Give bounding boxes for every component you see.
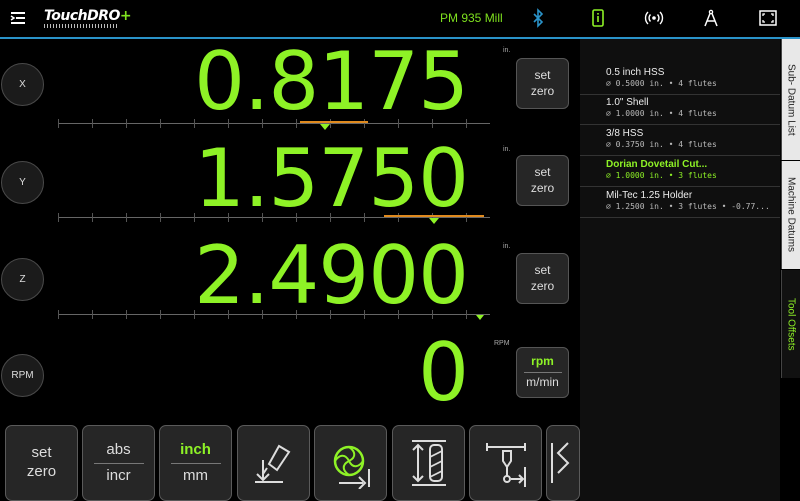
logo-scale bbox=[44, 24, 118, 28]
abs-label: abs bbox=[106, 440, 131, 458]
edge-icon bbox=[551, 442, 570, 483]
axis-y-scale bbox=[58, 212, 490, 224]
top-bar: TouchDRO+ PM 935 Mill bbox=[0, 0, 800, 39]
axis-x-unit: in. bbox=[503, 47, 511, 54]
axis-x-zero-line2: zero bbox=[530, 83, 555, 98]
axis-y-unit: in. bbox=[503, 146, 511, 153]
inch-label: inch bbox=[180, 440, 211, 458]
tool-list-item[interactable]: 0.5 inch HSS ⌀ 0.5000 in. • 4 flutes bbox=[580, 65, 780, 95]
rpm-readout: 0 bbox=[418, 326, 469, 419]
axis-x-label: X bbox=[19, 79, 26, 90]
axis-y-readout: 1.5750 bbox=[194, 132, 469, 225]
tool-name: 1.0" Shell bbox=[606, 97, 649, 108]
tool-offset-button[interactable] bbox=[237, 425, 310, 501]
set-zero-all-line1: set bbox=[31, 444, 52, 462]
axis-z-set-zero-button[interactable]: set zero bbox=[516, 253, 569, 304]
inch-mm-toggle[interactable]: inch mm bbox=[159, 425, 232, 501]
tab-sub-datum-list[interactable]: Sub- Datum List bbox=[781, 39, 800, 160]
axis-x-marker bbox=[300, 121, 368, 123]
tool-name: Dorian Dovetail Cut... bbox=[606, 159, 708, 170]
abs-incr-toggle[interactable]: abs incr bbox=[82, 425, 155, 501]
axis-y-pointer bbox=[429, 218, 439, 224]
probe-button[interactable] bbox=[469, 425, 542, 501]
axis-y-marker bbox=[384, 215, 484, 217]
axis-y-set-zero-button[interactable]: set zero bbox=[516, 155, 569, 206]
probe-icon bbox=[485, 443, 526, 487]
tool-detail: ⌀ 0.5000 in. • 4 flutes bbox=[606, 79, 717, 88]
tool-length-button[interactable] bbox=[392, 425, 465, 501]
axis-rpm-label: RPM bbox=[11, 370, 34, 381]
tab-sub-datum-list-label: Sub- Datum List bbox=[785, 63, 797, 136]
axis-y-zero-line1: set bbox=[534, 164, 551, 179]
tool-detail: ⌀ 1.2500 in. • 3 flutes • -0.77... bbox=[606, 202, 770, 211]
axis-x-readout: 0.8175 bbox=[194, 35, 469, 128]
axis-y-button[interactable]: Y bbox=[1, 161, 44, 204]
axis-z-button[interactable]: Z bbox=[1, 258, 44, 301]
axis-z-zero-line1: set bbox=[534, 262, 551, 277]
tool-list-item[interactable]: 1.0" Shell ⌀ 1.0000 in. • 4 flutes bbox=[580, 95, 780, 125]
machine-name[interactable]: PM 935 Mill bbox=[440, 11, 503, 25]
end-mill-icon bbox=[333, 445, 370, 489]
axis-z-label: Z bbox=[19, 274, 26, 285]
tool-name: 0.5 inch HSS bbox=[606, 67, 665, 78]
wireless-icon[interactable] bbox=[644, 8, 664, 28]
tool-offsets-panel: 0.5 inch HSS ⌀ 0.5000 in. • 4 flutes 1.0… bbox=[580, 39, 780, 501]
rpm-toggle-line1: rpm bbox=[531, 354, 554, 369]
axis-z-zero-line2: zero bbox=[530, 278, 555, 293]
menu-icon[interactable] bbox=[8, 8, 28, 28]
brand-plus: + bbox=[119, 8, 132, 24]
rpm-toggle-line2: m/min bbox=[526, 375, 559, 389]
tool-list-item-selected[interactable]: Dorian Dovetail Cut... ⌀ 1.0000 in. • 3 … bbox=[580, 157, 780, 187]
brand-name: TouchDRO bbox=[44, 8, 120, 24]
tab-machine-datums[interactable]: Machine Datums bbox=[781, 161, 800, 269]
axis-z-readout: 2.4900 bbox=[194, 229, 469, 322]
tab-machine-datums-label: Machine Datums bbox=[785, 177, 797, 253]
bluetooth-icon[interactable] bbox=[528, 8, 548, 28]
tool-name: 3/8 HSS bbox=[606, 128, 644, 139]
edge-finder-button[interactable] bbox=[546, 425, 580, 501]
set-zero-all-button[interactable]: set zero bbox=[5, 425, 78, 501]
tool-offset-icon bbox=[254, 444, 290, 483]
rpm-units-toggle[interactable]: rpm m/min bbox=[516, 347, 569, 398]
tool-detail: ⌀ 1.0000 in. • 3 flutes bbox=[606, 171, 717, 180]
tool-detail: ⌀ 0.3750 in. • 4 flutes bbox=[606, 140, 717, 149]
end-mill-button[interactable] bbox=[314, 425, 387, 501]
tool-detail: ⌀ 1.0000 in. • 4 flutes bbox=[606, 109, 717, 118]
app-logo: TouchDRO+ bbox=[44, 7, 132, 29]
incr-label: incr bbox=[106, 466, 131, 484]
axis-y-zero-line2: zero bbox=[530, 180, 555, 195]
axis-rpm-button[interactable]: RPM bbox=[1, 354, 44, 397]
info-icon[interactable] bbox=[588, 8, 608, 28]
tool-list-item[interactable]: Mil-Tec 1.25 Holder ⌀ 1.2500 in. • 3 flu… bbox=[580, 188, 780, 218]
axis-z-pointer bbox=[476, 315, 484, 320]
compass-icon[interactable] bbox=[701, 8, 721, 28]
tool-length-icon bbox=[411, 440, 446, 486]
set-zero-all-line2: zero bbox=[26, 463, 57, 480]
axis-x-zero-line1: set bbox=[534, 67, 551, 82]
tab-tool-offsets[interactable]: Tool Offsets bbox=[781, 270, 800, 378]
rpm-unit: RPM bbox=[494, 340, 510, 347]
axis-y-label: Y bbox=[19, 177, 26, 188]
axis-x-scale bbox=[58, 118, 490, 130]
axis-z-unit: in. bbox=[503, 243, 511, 250]
side-tab-spacer bbox=[781, 379, 800, 501]
tool-name: Mil-Tec 1.25 Holder bbox=[606, 190, 693, 201]
fullscreen-icon[interactable] bbox=[758, 8, 778, 28]
axis-x-set-zero-button[interactable]: set zero bbox=[516, 58, 569, 109]
axis-z-scale bbox=[58, 309, 490, 321]
tool-list-item[interactable]: 3/8 HSS ⌀ 0.3750 in. • 4 flutes bbox=[580, 126, 780, 156]
mm-label: mm bbox=[183, 466, 208, 484]
tab-tool-offsets-label: Tool Offsets bbox=[785, 297, 797, 351]
axis-x-pointer bbox=[320, 124, 330, 130]
axis-x-button[interactable]: X bbox=[1, 63, 44, 106]
